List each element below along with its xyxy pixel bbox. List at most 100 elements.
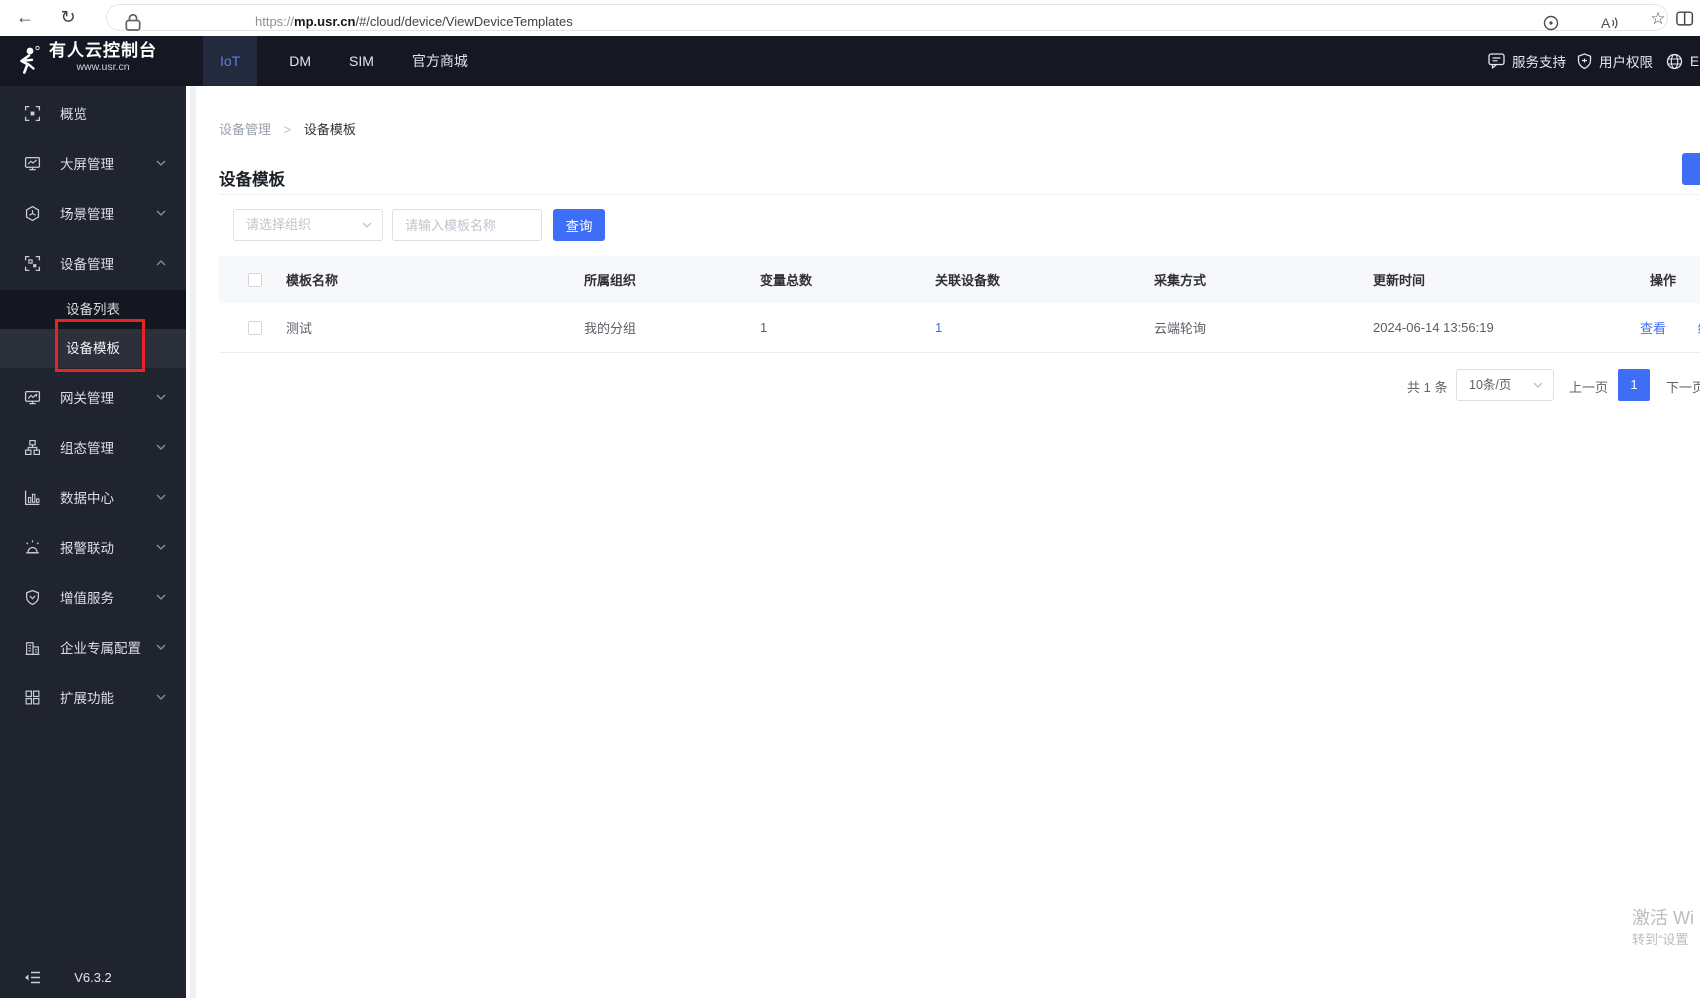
search-button[interactable]: 查询 [553,209,605,241]
column-variable-total: 变量总数 [760,273,813,288]
add-template-button[interactable] [1682,153,1700,185]
service-support-button[interactable]: 服务支持 [1488,36,1566,86]
logo-text: 有人云控制台 www.usr.cn [44,40,162,73]
gateway-icon [24,390,41,404]
location-icon[interactable] [1541,13,1561,33]
sidebar-label: 设备管理 [60,257,114,272]
submenu-item-device-list[interactable]: 设备列表 [0,290,186,329]
scene-icon [25,205,40,221]
linked-devices-link[interactable]: 1 [935,320,942,335]
pagination-total: 共 1 条 [1407,380,1448,395]
logo-title: 有人云控制台 [49,41,157,60]
globe-icon [1666,53,1683,69]
chat-icon [1488,53,1505,69]
submenu-item-device-template[interactable]: 设备模板 [0,329,186,368]
column-updated-at: 更新时间 [1373,273,1426,288]
sidebar-label: 大屏管理 [60,157,114,172]
version-label: V6.3.2 [74,970,112,985]
scada-icon [25,439,40,455]
logo[interactable]: 有人云控制台 www.usr.cn [0,36,186,86]
tab-iot[interactable]: IoT [203,36,258,86]
overview-icon [24,105,41,121]
scrollbar-track[interactable] [190,86,196,998]
template-name-input[interactable] [392,209,542,241]
url-text: https://mp.usr.cn/#/cloud/device/ViewDev… [255,14,573,29]
sidebar-item-overview[interactable]: 概览 [0,90,186,136]
split-screen-icon[interactable] [1676,9,1696,29]
watermark-line2: 转到“设置 [1632,932,1689,947]
sidebar: 概览 大屏管理 场景管理 设备管理 设备列表 设备模板 网关管理 组态管理 数据… [0,86,186,998]
user-permission-button[interactable]: 用户权限 [1577,36,1653,86]
sidebar-label: 数据中心 [60,491,114,506]
breadcrumb-device-management[interactable]: 设备管理 [219,122,271,137]
svg-text:A: A [1601,15,1611,31]
title-divider [219,194,1700,195]
logo-subtitle: www.usr.cn [76,61,130,73]
back-icon[interactable]: ← [12,4,38,30]
sidebar-item-extended-functions[interactable]: 扩展功能 [0,674,186,720]
page-size-select[interactable]: 10条/页 [1456,369,1554,401]
chevron-down-icon [156,394,166,400]
chevron-down-icon [156,594,166,600]
row-checkbox[interactable] [248,321,262,336]
alarm-icon [26,539,39,553]
chevron-down-icon [1533,382,1543,388]
chevron-down-icon [156,494,166,500]
refresh-icon[interactable]: ↻ [55,4,81,30]
organization-select[interactable]: 请选择组织 [233,209,383,241]
breadcrumb-current: 设备模板 [303,122,356,137]
column-collection-method: 采集方式 [1154,273,1207,288]
page-title: 设备模板 [219,171,285,189]
cell-variable-total: 1 [760,320,768,335]
app-header: 有人云控制台 www.usr.cn IoT DM SIM 官方商城 服务支持 用… [0,36,1700,86]
select-all-checkbox[interactable] [248,273,262,288]
sidebar-label: 概览 [60,107,87,122]
chevron-down-icon [156,210,166,216]
browser-toolbar: ← ↻ https://mp.usr.cn/#/cloud/device/Vie… [0,0,1700,36]
screen-icon [24,156,41,170]
sidebar-label: 网关管理 [60,391,114,406]
chevron-down-icon [156,544,166,550]
tab-sim[interactable]: SIM [343,36,380,86]
address-bar[interactable]: https://mp.usr.cn/#/cloud/device/ViewDev… [106,4,1668,31]
pagination-page-1[interactable]: 1 [1618,369,1650,401]
sidebar-item-enterprise-config[interactable]: 企业专属配置 [0,624,186,670]
chevron-up-icon [156,260,166,266]
column-template-name: 模板名称 [286,273,339,288]
screen: ← ↻ https://mp.usr.cn/#/cloud/device/Vie… [0,0,1700,998]
sidebar-item-screen-management[interactable]: 大屏管理 [0,140,186,186]
sidebar-item-scene-management[interactable]: 场景管理 [0,190,186,236]
chevron-down-icon [156,694,166,700]
chevron-down-icon [156,444,166,450]
sidebar-item-alarm-linkage[interactable]: 报警联动 [0,524,186,570]
sidebar-item-scada-management[interactable]: 组态管理 [0,424,186,470]
value-added-icon [26,589,39,605]
sidebar-footer: V6.3.2 [0,966,186,990]
cell-collection-method: 云端轮询 [1154,321,1207,336]
sidebar-item-gateway-management[interactable]: 网关管理 [0,374,186,420]
view-action-link[interactable]: 查看 [1640,321,1666,336]
chevron-down-icon [362,222,372,228]
breadcrumb: 设备管理 > 设备模板 [219,119,356,138]
tab-dm[interactable]: DM [283,36,317,86]
device-icon [24,255,41,271]
sidebar-label: 增值服务 [60,591,114,606]
sidebar-item-value-added-services[interactable]: 增值服务 [0,574,186,620]
sidebar-item-data-center[interactable]: 数据中心 [0,474,186,520]
language-label: E [1690,53,1700,69]
device-template-table: 模板名称 所属组织 变量总数 关联设备数 采集方式 更新时间 操作 测试 我的分… [219,256,1700,353]
favorite-star-icon[interactable]: ☆ [1645,6,1671,32]
pagination-next-button[interactable]: 下一页 [1666,377,1700,396]
read-aloud-icon[interactable]: A [1599,13,1619,33]
pagination-prev-button[interactable]: 上一页 [1569,377,1608,396]
column-linked-devices: 关联设备数 [935,273,1001,288]
tab-official-store[interactable]: 官方商城 [406,36,474,86]
cell-template-name: 测试 [286,321,313,336]
enterprise-icon [25,641,40,655]
usr-person-logo-icon [20,45,40,74]
language-switcher[interactable]: E [1666,36,1699,86]
sidebar-label: 企业专属配置 [60,641,141,656]
sidebar-label: 组态管理 [60,441,114,456]
sidebar-item-device-management[interactable]: 设备管理 [0,240,186,286]
watermark-line1: 激活 Wi [1632,908,1694,928]
